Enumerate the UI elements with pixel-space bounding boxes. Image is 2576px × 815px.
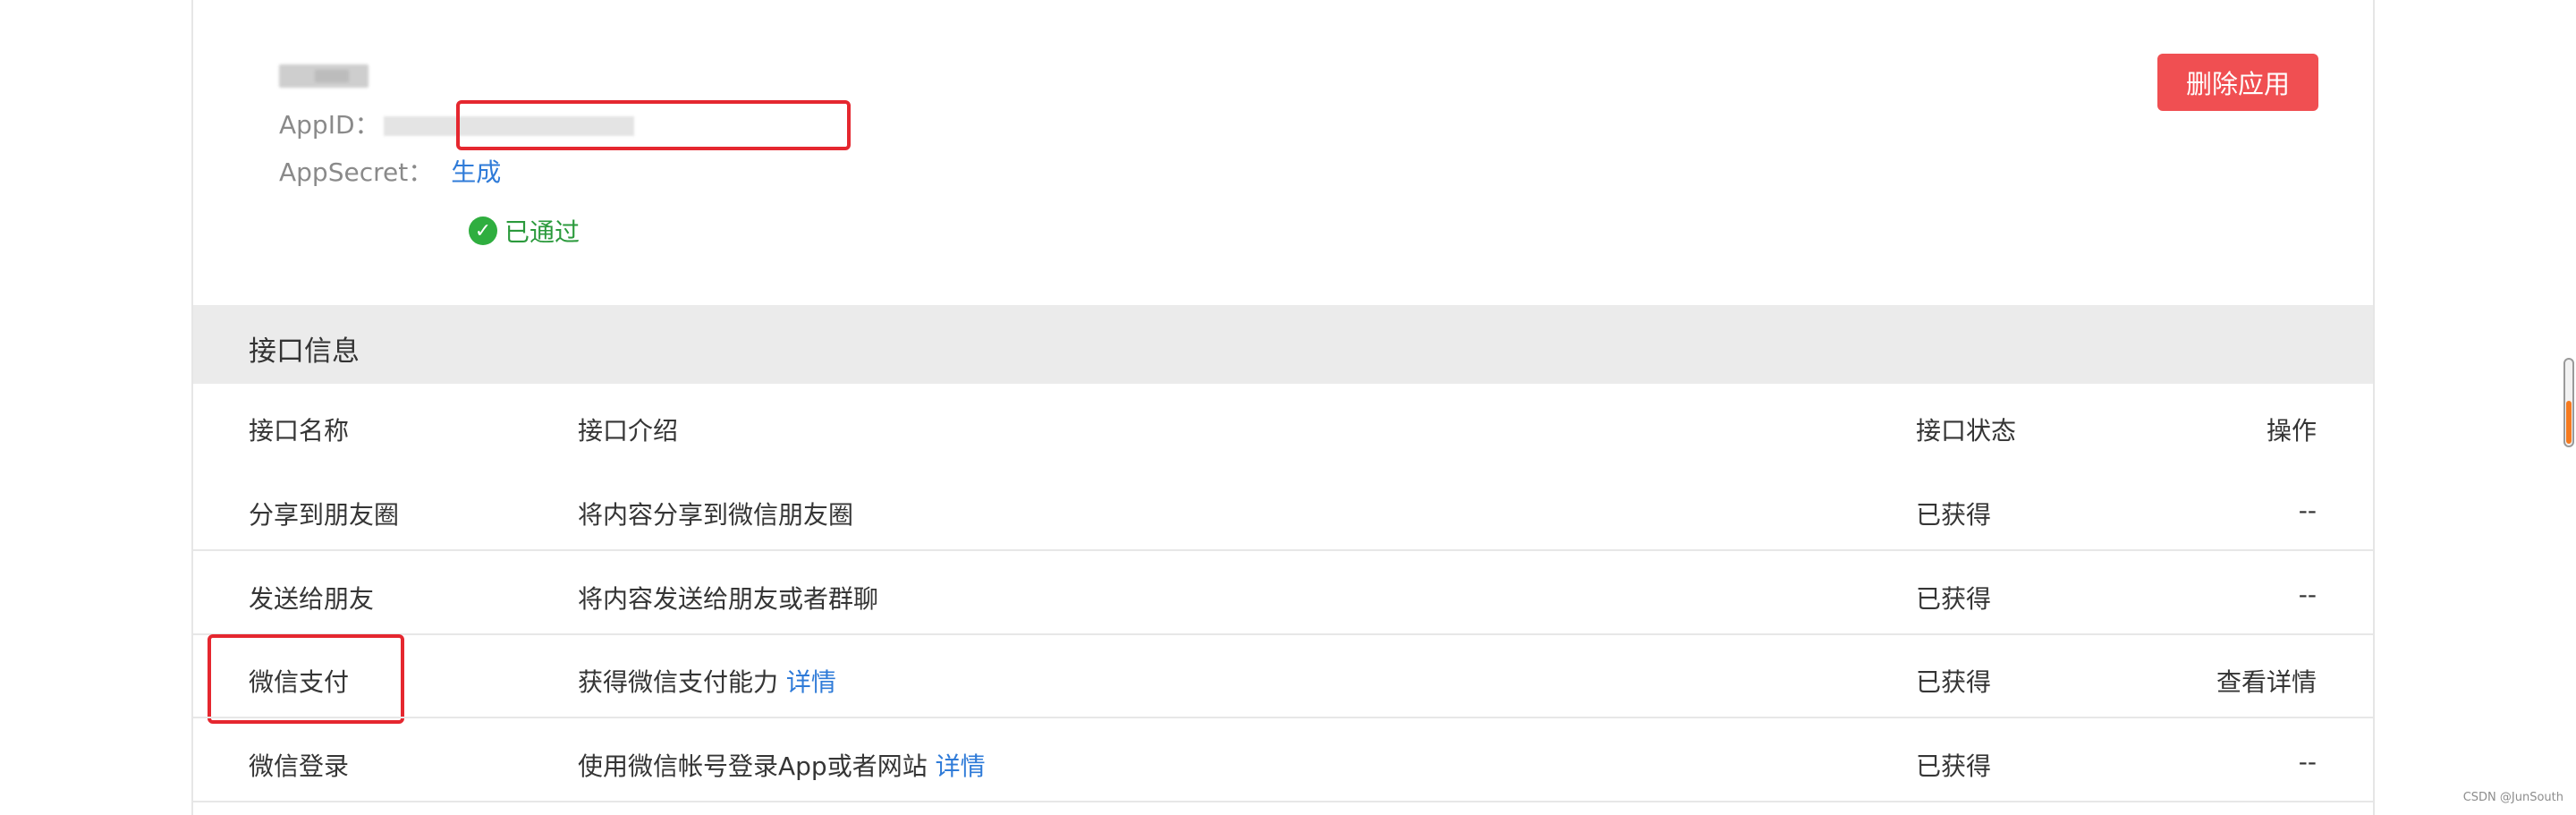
row-status-share-moments: 已获得	[1916, 500, 1992, 530]
column-header-action: 操作	[2266, 416, 2317, 446]
row-intro-share-moments: 将内容分享到微信朋友圈	[578, 500, 854, 530]
column-header-status: 接口状态	[1916, 416, 2017, 446]
interface-section-header	[193, 305, 2373, 384]
row-intro-text: 获得微信支付能力	[578, 667, 779, 697]
appsecret-row: AppSecret： 生成	[279, 153, 501, 189]
scrollbar-thumb[interactable]	[2566, 401, 2572, 444]
watermark: CSDN @JunSouth	[2462, 791, 2563, 804]
row-divider	[193, 549, 2373, 551]
row-action-wechat-login: --	[2298, 747, 2317, 777]
column-header-name: 接口名称	[249, 416, 350, 446]
row-action-share-moments: --	[2298, 496, 2317, 525]
row-status-send-friend: 已获得	[1916, 584, 1992, 614]
view-details-link[interactable]: 查看详情	[2216, 663, 2317, 699]
appid-label: AppID：	[279, 110, 380, 140]
wechat-login-detail-link[interactable]: 详情	[936, 751, 986, 781]
interface-section-title: 接口信息	[249, 335, 360, 368]
row-name-wechat-login: 微信登录	[249, 751, 350, 781]
row-divider	[193, 633, 2373, 635]
row-divider	[193, 717, 2373, 718]
app-name-redacted	[279, 64, 369, 88]
row-divider	[193, 801, 2373, 802]
row-intro-wechat-login: 使用微信帐号登录App或者网站 详情	[578, 747, 986, 783]
appid-highlight-box	[456, 100, 851, 150]
row-name-send-friend: 发送给朋友	[249, 584, 375, 614]
approval-status-text: 已通过	[504, 217, 580, 247]
generate-secret-link[interactable]: 生成	[451, 157, 501, 187]
approval-status: ✓ 已通过	[469, 213, 580, 249]
row-status-wechat-pay: 已获得	[1916, 667, 1992, 697]
row-status-wechat-login: 已获得	[1916, 751, 1992, 781]
delete-app-button[interactable]: 删除应用	[2157, 54, 2318, 111]
column-header-intro: 接口介绍	[578, 416, 679, 446]
check-circle-icon: ✓	[469, 216, 497, 245]
row-name-share-moments: 分享到朋友圈	[249, 500, 400, 530]
row-intro-send-friend: 将内容发送给朋友或者群聊	[578, 584, 879, 614]
wechat-pay-highlight-box	[208, 634, 404, 724]
row-intro-text: 使用微信帐号登录App或者网站	[578, 751, 928, 781]
wechat-pay-detail-link[interactable]: 详情	[786, 667, 836, 697]
row-intro-wechat-pay: 获得微信支付能力 详情	[578, 663, 836, 699]
appsecret-label: AppSecret：	[279, 157, 434, 187]
row-action-send-friend: --	[2298, 580, 2317, 609]
